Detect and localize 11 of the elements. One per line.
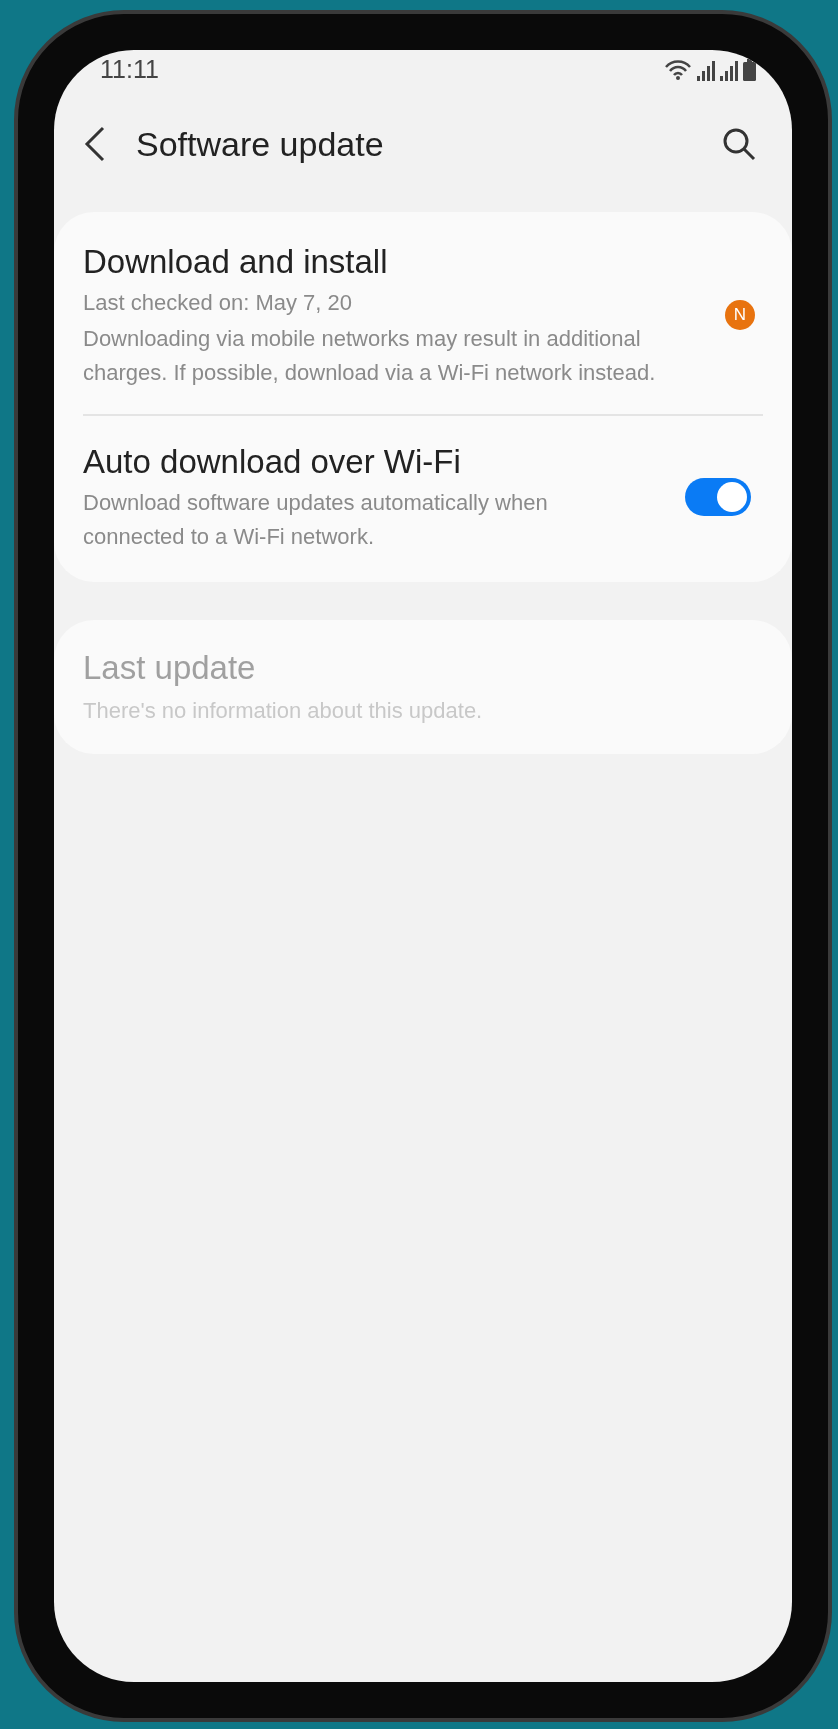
setting-title: Auto download over Wi-Fi	[83, 442, 462, 482]
setting-row[interactable]: Auto download over Wi-Fi Download software updates automatically when connected to a Wi-Fi network.	[83, 430, 763, 564]
setting-title: Last update	[83, 648, 257, 688]
new-badge: N	[725, 300, 755, 330]
setting-title: Download and install	[83, 242, 389, 282]
setting-description: Downloading via mobile networks may result in additional charges. If possible, download via a Wi-Fi network instead.	[83, 325, 657, 387]
setting-description: Last checked on: May 7, 20	[83, 289, 354, 317]
page-title: Software update	[136, 123, 385, 165]
status-time: 11:11	[100, 54, 159, 86]
setting-row[interactable]: Download and install Last checked on: May 7, 20 Downloading via mobile networks may result in additional charges. If possible, download via a Wi-Fi network instead. N	[83, 230, 763, 400]
setting-description: Download software updates automatically when connected to a Wi-Fi network.	[83, 489, 549, 551]
